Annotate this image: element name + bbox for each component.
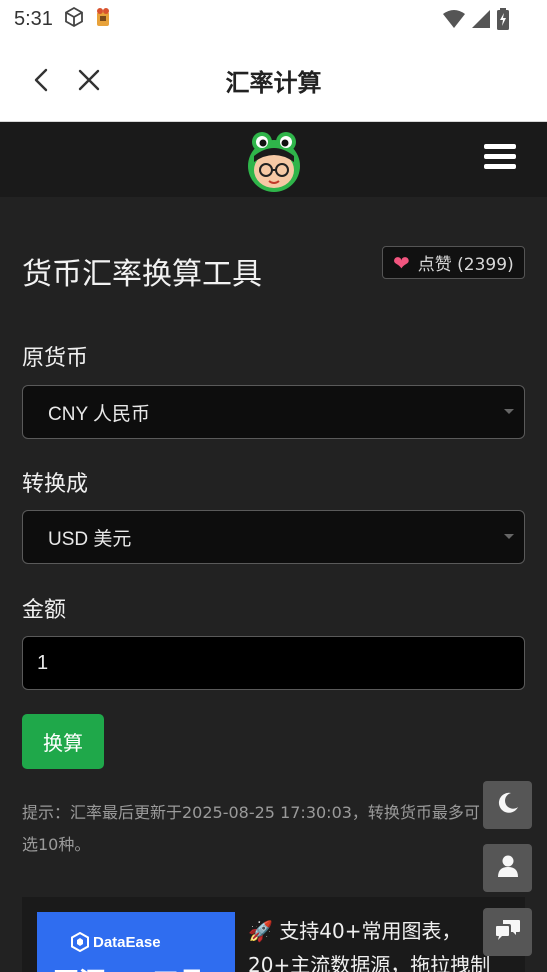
chat-bubbles-icon	[495, 918, 521, 946]
signal-icon	[471, 9, 491, 33]
amount-input[interactable]: 1	[22, 636, 525, 690]
status-bar: 5:31	[0, 0, 547, 38]
ad-banner[interactable]: DataEase 开源 BI 工具 🚀 支持40+常用图表，20+主流数据源，拖…	[22, 897, 525, 972]
page-header-title: 汇率计算	[225, 69, 322, 97]
cube-icon	[63, 6, 85, 32]
main-content: 货币汇率换算工具 ❤ 点赞 (2399) 原货币 CNY 人民币 转换成 USD…	[0, 197, 547, 972]
heart-icon: ❤	[393, 250, 410, 275]
chevron-down-icon	[504, 534, 514, 539]
battery-icon	[497, 8, 509, 34]
site-logo[interactable]	[244, 128, 304, 192]
ad-image: DataEase 开源 BI 工具	[37, 912, 235, 972]
ad-text: 🚀 支持40+常用图表，20+主流数据源，拖拉拽制	[248, 919, 491, 972]
from-currency-select[interactable]: CNY 人民币	[22, 385, 525, 439]
to-currency-select[interactable]: USD 美元	[22, 510, 525, 564]
from-currency-value: CNY 人民币	[48, 403, 151, 425]
amount-label: 金额	[22, 598, 67, 623]
convert-button[interactable]: 换算	[22, 714, 104, 769]
to-currency-label: 转换成	[22, 472, 89, 497]
like-button[interactable]: ❤ 点赞 (2399)	[382, 246, 525, 279]
feedback-button[interactable]	[483, 908, 532, 956]
from-currency-label: 原货币	[22, 346, 89, 371]
app-notification-icon	[93, 6, 113, 32]
like-label: 点赞 (2399)	[417, 255, 514, 275]
dataease-logo-icon	[71, 931, 89, 953]
wifi-icon	[443, 9, 465, 33]
ad-brand-sub: 开源 BI 工具	[53, 962, 205, 972]
status-right-icons	[443, 8, 509, 34]
hamburger-menu-icon[interactable]	[484, 144, 516, 172]
update-hint: 提示：汇率最后更新于2025-08-25 17:30:03，转换货币最多可选10…	[22, 803, 480, 854]
moon-icon	[496, 791, 520, 819]
amount-value: 1	[37, 651, 49, 674]
site-navbar	[0, 122, 547, 197]
to-currency-value: USD 美元	[48, 528, 132, 550]
chevron-down-icon	[504, 409, 514, 414]
app-titlebar: 汇率计算	[0, 38, 547, 122]
page-title: 货币汇率换算工具	[22, 257, 262, 292]
user-icon	[497, 854, 519, 882]
dark-mode-toggle[interactable]	[483, 781, 532, 829]
status-time: 5:31	[14, 7, 53, 30]
ad-brand: DataEase	[93, 934, 161, 951]
user-button[interactable]	[483, 844, 532, 892]
